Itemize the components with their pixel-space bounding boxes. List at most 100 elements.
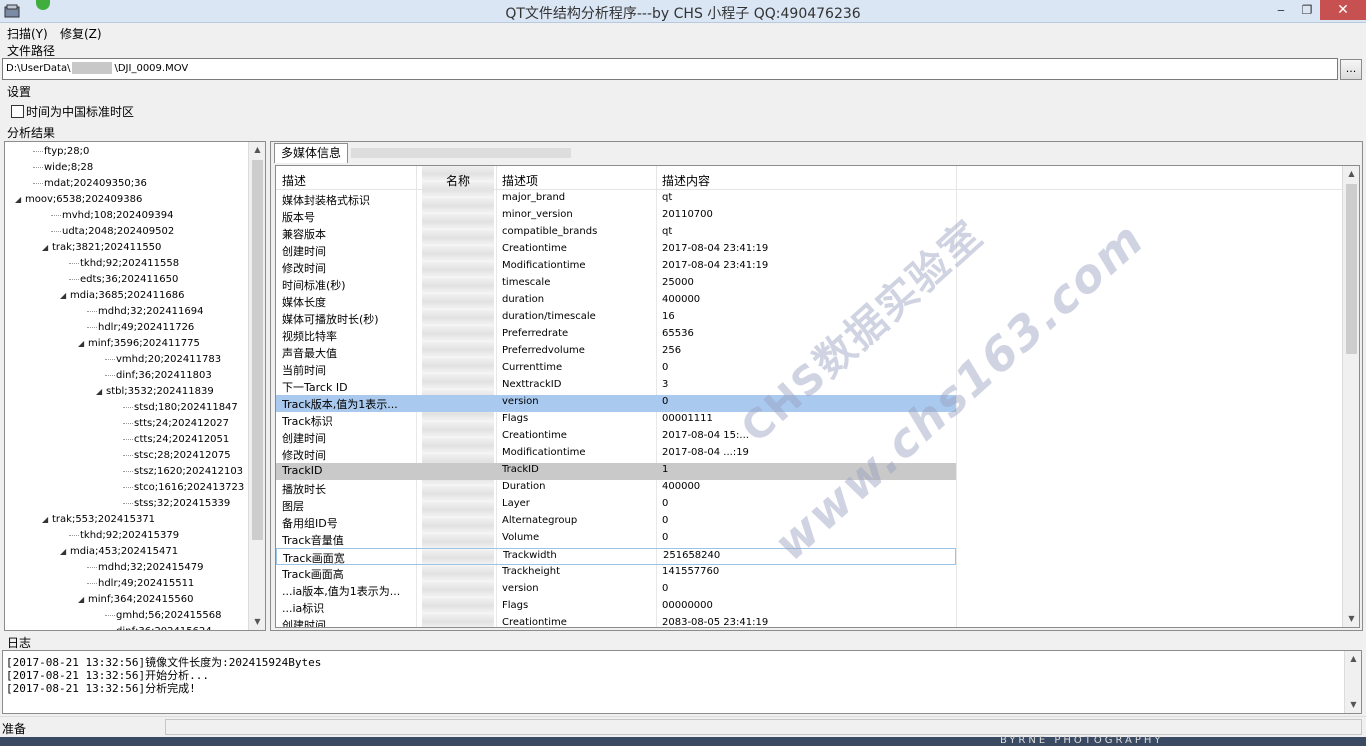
tree-item[interactable]: mdhd;32;202415479 (87, 560, 204, 576)
status-pane (165, 719, 1362, 735)
tree-connector (33, 182, 43, 184)
atom-tree-view[interactable]: ▲ ▼ ftyp;28;0 wide;8;28 mdat;202409350;36 ◢… (4, 141, 266, 631)
grid-scrollbar[interactable]: ▲ ▼ (1342, 166, 1359, 627)
tree-connector (51, 230, 61, 232)
close-button[interactable]: ✕ (1320, 0, 1366, 20)
minimize-button[interactable]: ‒ (1268, 0, 1294, 20)
header-content[interactable]: 描述内容 (662, 172, 710, 189)
grid-row[interactable]: 创建时间 Creationtime 2017-08-04 23:41:19 (276, 242, 956, 259)
grid-row[interactable]: Track音量值 Volume 0 (276, 531, 956, 548)
maximize-button[interactable]: ❐ (1294, 0, 1320, 20)
tree-item[interactable]: ◢ minf;364;202415560 (78, 592, 193, 608)
tree-item[interactable]: ◢ trak;3821;202411550 (42, 240, 161, 256)
grid-row[interactable]: 创建时间 Creationtime 2017-08-04 15:... (276, 429, 956, 446)
tree-item[interactable]: ◢ trak;553;202415371 (42, 512, 155, 528)
tree-item[interactable]: tkhd;92;202415379 (69, 528, 179, 544)
log-scrollbar[interactable]: ▲ ▼ (1344, 651, 1361, 713)
china-timezone-checkbox[interactable] (11, 105, 24, 118)
tree-item[interactable]: ◢ mdia;3685;202411686 (60, 288, 184, 304)
tree-item[interactable]: mvhd;108;202409394 (51, 208, 173, 224)
scroll-up-icon[interactable]: ▲ (1343, 166, 1359, 182)
menu-scan[interactable]: 扫描(Y) (7, 25, 48, 42)
expand-arrow-icon[interactable]: ◢ (42, 512, 52, 528)
tree-item[interactable]: ◢ moov;6538;202409386 (15, 192, 142, 208)
tree-item[interactable]: dinf;36;202415624 (105, 624, 212, 630)
browse-button[interactable]: ... (1340, 59, 1362, 80)
scroll-down-icon[interactable]: ▼ (1345, 697, 1361, 713)
cell-description: 声音最大值 (282, 347, 337, 360)
tree-connector (69, 262, 79, 264)
tree-item[interactable]: stco;1616;202413723 (123, 480, 244, 496)
grid-row[interactable]: Track版本,值为1表示... version 0 (276, 395, 956, 412)
expand-arrow-icon[interactable]: ◢ (42, 240, 52, 256)
redacted-tabs (351, 148, 571, 158)
tree-item[interactable]: stsd;180;202411847 (123, 400, 238, 416)
tree-item[interactable]: ctts;24;202412051 (123, 432, 229, 448)
grid-row[interactable]: 版本号 minor_version 20110700 (276, 208, 956, 225)
grid-row[interactable]: 修改时间 Modificationtime 2017-08-04 23:41:19 (276, 259, 956, 276)
grid-scroll-thumb[interactable] (1346, 184, 1357, 354)
tree-item[interactable]: mdat;202409350;36 (33, 176, 147, 192)
tree-item[interactable]: ◢ stbl;3532;202411839 (96, 384, 214, 400)
expand-arrow-icon[interactable]: ◢ (96, 384, 106, 400)
expand-arrow-icon[interactable]: ◢ (60, 288, 70, 304)
tab-media-info[interactable]: 多媒体信息 (274, 143, 348, 163)
cell-description: 修改时间 (282, 262, 326, 275)
tree-item[interactable]: hdlr;49;202415511 (87, 576, 194, 592)
tree-item[interactable]: hdlr;49;202411726 (87, 320, 194, 336)
grid-row[interactable]: ...ia版本,值为1表示为... version 0 (276, 582, 956, 599)
tree-item[interactable]: mdhd;32;202411694 (87, 304, 204, 320)
tree-connector (69, 534, 79, 536)
tree-item[interactable]: udta;2048;202409502 (51, 224, 174, 240)
header-divider[interactable] (416, 166, 417, 190)
header-divider[interactable] (656, 166, 657, 190)
tree-item[interactable]: ◢ minf;3596;202411775 (78, 336, 200, 352)
tree-scrollbar[interactable]: ▲ ▼ (248, 142, 265, 630)
grid-row[interactable]: 创建时间 Creationtime 2083-08-05 23:41:19 (276, 616, 956, 627)
log-panel[interactable]: [2017-08-21 13:32:56]镜像文件长度为:202415924By… (2, 650, 1362, 714)
china-timezone-option[interactable]: 时间为中国标准时区 (11, 103, 134, 120)
tree-scroll-thumb[interactable] (252, 160, 263, 540)
expand-arrow-icon[interactable]: ◢ (78, 336, 88, 352)
tree-item[interactable]: dinf;36;202411803 (105, 368, 212, 384)
tree-item-label: dinf;36;202415624 (116, 626, 212, 630)
tree-item[interactable]: ftyp;28;0 (33, 144, 89, 160)
grid-row[interactable]: 媒体封装格式标识 major_brand qt (276, 191, 956, 208)
tree-item-label: trak;3821;202411550 (52, 242, 162, 253)
scroll-up-icon[interactable]: ▲ (1345, 651, 1361, 667)
scroll-down-icon[interactable]: ▼ (249, 614, 265, 630)
expand-arrow-icon[interactable]: ◢ (60, 544, 70, 560)
tree-item[interactable]: stts;24;202412027 (123, 416, 229, 432)
tree-item[interactable]: edts;36;202411650 (69, 272, 178, 288)
grid-row[interactable]: Track画面高 Trackheight 141557760 (276, 565, 956, 582)
scroll-up-icon[interactable]: ▲ (249, 142, 265, 158)
tree-item[interactable]: wide;8;28 (33, 160, 93, 176)
tree-item[interactable]: ◢ mdia;453;202415471 (60, 544, 178, 560)
header-desc[interactable]: 描述 (282, 172, 306, 189)
grid-row[interactable]: 下一Tarck ID NexttrackID 3 (276, 378, 956, 395)
tree-item-label: stsz;1620;202412103 (134, 466, 244, 477)
tree-item[interactable]: stss;32;202415339 (123, 496, 230, 512)
file-path-input[interactable]: D:\UserData\ \DJI_0009.MOV (2, 58, 1338, 80)
tree-item[interactable]: tkhd;92;202411558 (69, 256, 179, 272)
tree-item[interactable]: gmhd;56;202415568 (105, 608, 222, 624)
grid-row[interactable]: 兼容版本 compatible_brands qt (276, 225, 956, 242)
header-name[interactable]: 名称 (446, 172, 470, 189)
cell-item: version (502, 396, 539, 407)
expand-arrow-icon[interactable]: ◢ (78, 592, 88, 608)
expand-arrow-icon[interactable]: ◢ (15, 192, 25, 208)
grid-row[interactable]: ...ia标识 Flags 00000000 (276, 599, 956, 616)
header-divider[interactable] (956, 166, 957, 190)
cell-description: 备用组ID号 (282, 517, 338, 530)
scroll-down-icon[interactable]: ▼ (1343, 611, 1359, 627)
tree-item[interactable]: stsc;28;202412075 (123, 448, 231, 464)
header-divider[interactable] (496, 166, 497, 190)
tree-item[interactable]: stsz;1620;202412103 (123, 464, 243, 480)
header-item[interactable]: 描述项 (502, 172, 538, 189)
grid-row[interactable]: Track画面宽 Trackwidth 251658240 (276, 548, 956, 565)
grid-row[interactable]: Track标识 Flags 00001111 (276, 412, 956, 429)
tree-item[interactable]: vmhd;20;202411783 (105, 352, 221, 368)
grid-row[interactable]: 时间标准(秒) timescale 25000 (276, 276, 956, 293)
menu-repair[interactable]: 修复(Z) (60, 25, 102, 42)
cell-item: Preferredvolume (502, 345, 585, 356)
